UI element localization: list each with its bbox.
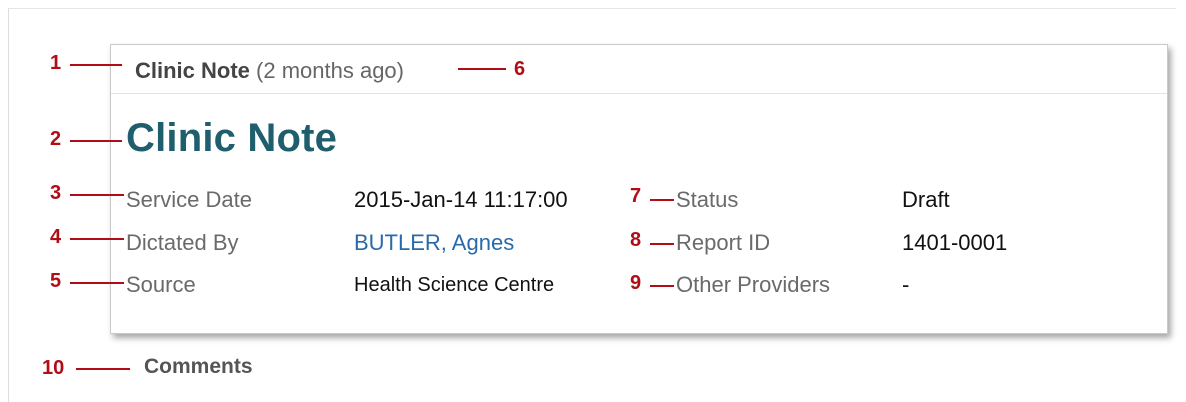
callout-line (70, 194, 124, 196)
other-providers-label: Other Providers (676, 272, 831, 297)
report-id-value: 1401-0001 (902, 230, 1008, 255)
card-header[interactable]: Clinic Note (2 months ago) (111, 45, 1167, 94)
source-label: Source (126, 272, 196, 297)
callout-marker: 10 (42, 357, 65, 379)
callout-line (458, 68, 506, 70)
callout-line (70, 64, 122, 66)
callout-marker: 3 (50, 182, 62, 204)
service-date-value: 2015-Jan-14 11:17:00 (354, 187, 568, 212)
comments-section-label[interactable]: Comments (144, 355, 253, 379)
callout-marker: 6 (514, 58, 526, 80)
dictated-by-link[interactable]: BUTLER, Agnes (354, 230, 514, 256)
callout-line (650, 285, 674, 287)
dictated-by-label: Dictated By (126, 230, 239, 255)
status-label: Status (676, 187, 739, 212)
card-tab-title[interactable]: Clinic Note (2 months ago) (135, 58, 404, 84)
callout-line (650, 243, 674, 245)
callout-line (70, 282, 124, 284)
other-providers-value: - (902, 272, 910, 297)
service-date-label: Service Date (126, 187, 252, 212)
callout-marker: 2 (50, 128, 62, 150)
callout-marker: 5 (50, 270, 62, 292)
callout-marker: 4 (50, 226, 62, 248)
report-id-label: Report ID (676, 230, 771, 255)
note-title: Clinic Note (126, 116, 338, 160)
status-value: Draft (902, 187, 950, 212)
callout-line (70, 238, 124, 240)
callout-marker: 8 (630, 229, 642, 251)
callout-line (76, 368, 130, 370)
callout-marker: 1 (50, 52, 62, 74)
callout-marker: 9 (630, 272, 642, 294)
callout-line (70, 140, 122, 142)
callout-line (650, 199, 674, 201)
source-value: Health Science Centre (354, 274, 555, 296)
callout-marker: 7 (630, 185, 642, 207)
card-tab-title-text: Clinic Note (135, 58, 250, 83)
card-tab-relative-time: (2 months ago) (256, 58, 404, 83)
